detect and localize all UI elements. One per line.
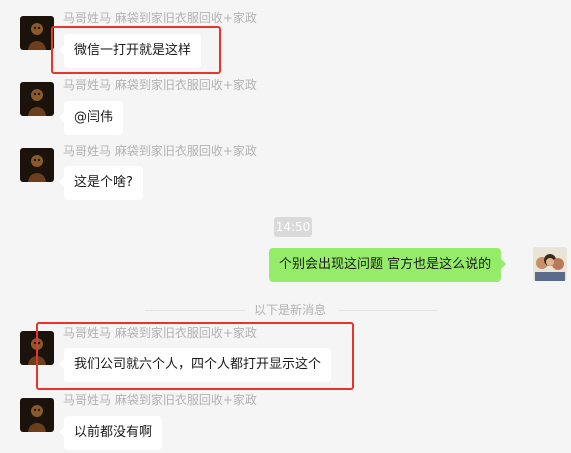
message-bubble[interactable]: 以前都没有啊 (58, 416, 163, 450)
time-separator: 14:50 (274, 217, 312, 237)
message-bubble[interactable]: @闫伟 (58, 101, 124, 135)
sender-name: 马哥姓马 麻袋到家旧衣服回收+家政 (63, 144, 257, 158)
message-bubble[interactable]: 我们公司就六个人，四个人都打开显示这个 (58, 348, 332, 382)
sender-avatar[interactable] (20, 398, 54, 432)
sender-avatar[interactable] (20, 16, 54, 50)
sender-name: 马哥姓马 麻袋到家旧衣服回收+家政 (63, 11, 257, 25)
message-bubble[interactable]: 这是个啥? (59, 166, 143, 200)
sender-avatar[interactable] (20, 331, 54, 365)
sender-name: 马哥姓马 麻袋到家旧衣服回收+家政 (63, 393, 257, 407)
message-bubble[interactable]: 微信一打开就是这样 (58, 34, 202, 68)
own-message-bubble[interactable]: 个别会出现这问题 官方也是这么说的 (269, 248, 507, 282)
sender-avatar[interactable] (20, 148, 54, 182)
sender-name: 马哥姓马 麻袋到家旧衣服回收+家政 (63, 78, 257, 92)
sender-avatar[interactable] (20, 82, 54, 116)
sender-name: 马哥姓马 麻袋到家旧衣服回收+家政 (63, 326, 257, 340)
new-messages-divider: 以下是新消息 (254, 303, 327, 317)
own-avatar[interactable] (533, 247, 567, 281)
divider-line-left (145, 310, 245, 311)
divider-line-right (338, 310, 438, 311)
